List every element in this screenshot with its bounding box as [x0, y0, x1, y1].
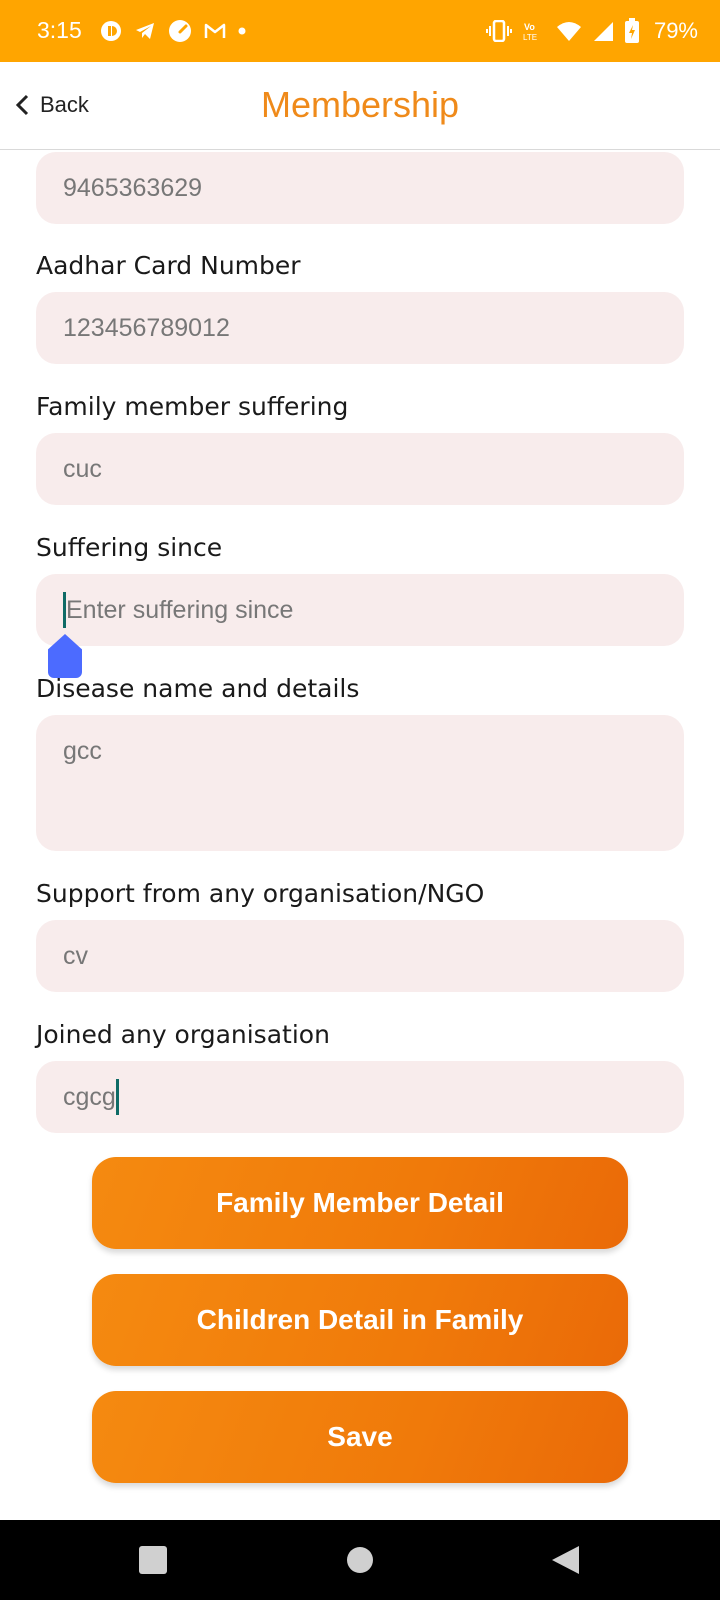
aadhar-label: Aadhar Card Number [36, 251, 301, 280]
family-member-value: cuc [63, 454, 102, 483]
suffering-since-label: Suffering since [36, 533, 223, 562]
app-header: Back Membership [0, 62, 720, 150]
aadhar-field[interactable]: 123456789012 [36, 292, 684, 364]
disease-value: gcc [63, 737, 102, 765]
svg-text:LTE: LTE [523, 33, 537, 42]
suffering-since-field[interactable]: Enter suffering since [36, 574, 684, 646]
system-back-button[interactable] [545, 1540, 585, 1580]
support-value: cv [63, 941, 88, 970]
support-field[interactable]: cv [36, 920, 684, 992]
status-time: 3:15 [37, 17, 82, 43]
family-member-field[interactable]: cuc [36, 433, 684, 505]
system-icons: Vo LTE 79% [485, 18, 698, 44]
recents-square-icon [139, 1546, 167, 1574]
svg-text:Vo: Vo [524, 22, 535, 32]
page-title: Membership [260, 84, 460, 125]
phone-number-field[interactable]: 9465363629 [36, 152, 684, 224]
volte-icon: VoLTE [523, 22, 537, 42]
joined-field[interactable]: cgcg [36, 1061, 684, 1133]
home-circle-icon [347, 1547, 373, 1573]
vibrate-icon [485, 20, 512, 42]
navigation-bar [0, 1520, 720, 1600]
save-button[interactable]: Save [92, 1391, 628, 1483]
back-triangle-icon [552, 1546, 579, 1574]
family-member-label: Family member suffering [36, 392, 349, 421]
signal-icon [593, 22, 613, 41]
wifi-icon [556, 22, 581, 41]
suffering-since-placeholder: Enter suffering since [66, 595, 294, 624]
telegram-icon [136, 23, 154, 39]
recents-button[interactable] [133, 1540, 173, 1580]
disease-field[interactable]: gcc [36, 715, 684, 851]
disease-label: Disease name and details [36, 674, 360, 703]
joined-value: cgcg [63, 1082, 116, 1111]
text-cursor [115, 1079, 119, 1115]
aadhar-value: 123456789012 [63, 313, 230, 342]
battery-percentage: 79% [653, 18, 698, 43]
notification-icons [100, 18, 246, 44]
battery-charging-icon [624, 18, 639, 43]
home-button[interactable] [340, 1540, 380, 1580]
joined-label: Joined any organisation [36, 1020, 330, 1049]
status-bar: 3:15 Vo LTE 79% [0, 0, 720, 62]
membership-form[interactable]: 9465363629 Aadhar Card Number 1234567890… [0, 150, 720, 1520]
children-detail-button[interactable]: Children Detail in Family [92, 1274, 628, 1366]
gmail-icon [204, 23, 226, 38]
support-label: Support from any organisation/NGO [36, 879, 485, 908]
notification-icon [101, 21, 121, 41]
family-member-detail-button[interactable]: Family Member Detail [92, 1157, 628, 1249]
phone-number-value: 9465363629 [63, 173, 203, 202]
speed-icon [169, 20, 191, 42]
dot-icon [238, 27, 246, 35]
